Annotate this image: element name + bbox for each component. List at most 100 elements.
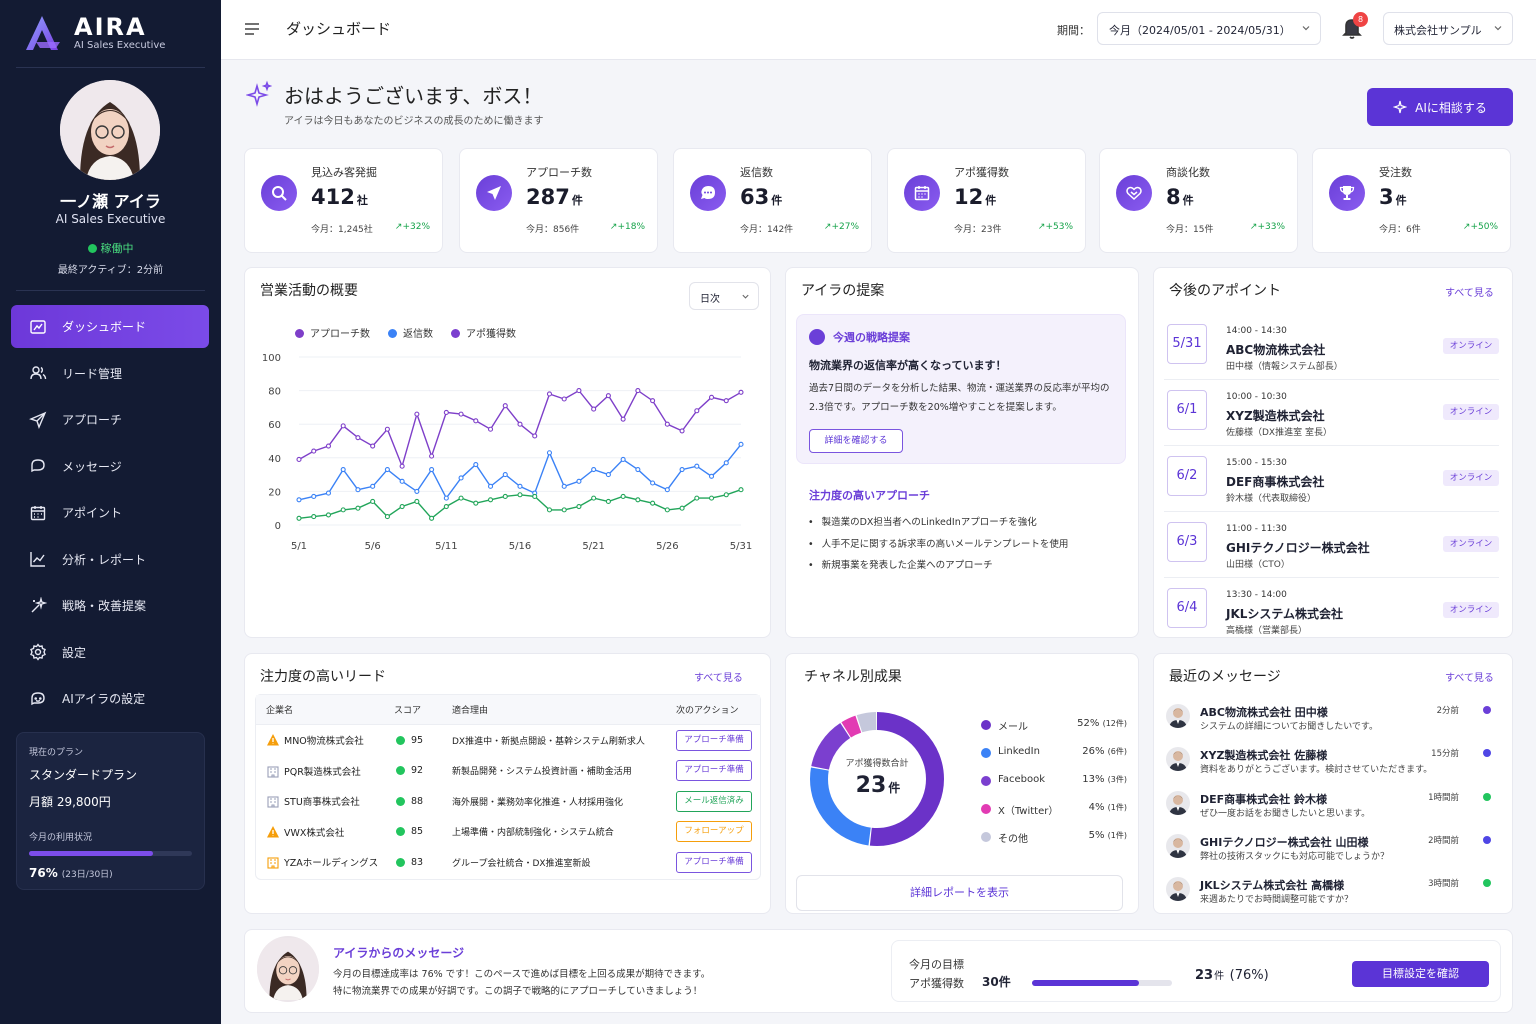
legend-item[interactable]: 返信数 — [388, 325, 433, 340]
message-preview: ぜひ一度お話をお聞きしたいと思います。 — [1200, 809, 1371, 819]
message-item[interactable]: ABC物流株式会社 田中様 システムの詳細についてお聞きしたいです。 2分前 — [1164, 702, 1499, 746]
data-point — [694, 408, 700, 414]
lead-company[interactable]: MNO物流株式会社 — [284, 733, 364, 747]
see-all-link[interactable]: すべて見る — [1445, 669, 1494, 684]
kpi-card-prospects[interactable]: 見込み客発掘 412 社 今月：1,245社 ↗+32% — [244, 148, 443, 253]
company-select[interactable]: 株式会社サンプル — [1383, 12, 1513, 45]
profile-avatar[interactable] — [60, 80, 160, 180]
kpi-card-deals[interactable]: 商談化数 8件 今月：15件 ↗+33% — [1099, 148, 1298, 253]
check-goal-button[interactable]: 目標設定を確認 — [1352, 961, 1489, 987]
message-item[interactable]: DEF商事株式会社 鈴木様 ぜひ一度お話をお聞きしたいと思います。 1時間前 — [1164, 789, 1499, 833]
kpi-card-appointments[interactable]: アポ獲得数 12 件 今月：23件 ↗+53% — [887, 148, 1086, 253]
plan-card[interactable]: 現在のプラン スタンダードプラン 月額 29,800円 今月の利用状況 76%(… — [16, 732, 205, 890]
data-point — [311, 493, 317, 499]
kpi-unit: 件 — [985, 194, 997, 207]
appointment-date: 6/3 — [1167, 522, 1207, 562]
action-badge[interactable]: フォローアップ — [676, 821, 752, 843]
see-all-link[interactable]: すべて見る — [694, 669, 743, 684]
sidebar: AIRA AI Sales Executive 一ノ瀬 アイラ AI Sales… — [0, 0, 221, 1024]
kpi-monthly: 今月：6件 — [1379, 225, 1421, 235]
y-tick-label: 0 — [275, 521, 281, 532]
kpi-unit: 社 — [356, 194, 368, 207]
table-row[interactable]: MNO物流株式会社 95 DX推進中・新拠点開設・基幹システム刷新求人 アプロー… — [256, 725, 760, 756]
sidebar-item-dashboard[interactable]: ダッシュボード — [11, 305, 209, 348]
appointment-time: 11:00 - 11:30 — [1226, 524, 1287, 534]
appointment-item[interactable]: 6/2 15:00 - 15:30 DEF商事株式会社 鈴木様（代表取締役） オ… — [1164, 448, 1499, 512]
view-details-button[interactable]: 詳細を確認する — [809, 429, 903, 453]
logo[interactable]: AIRA AI Sales Executive — [22, 12, 165, 52]
focus-item: 人手不足に関する訴求率の高いメールテンプレートを使用 — [808, 534, 1069, 556]
table-row[interactable]: PQR製造株式会社 92 新製品開発・システム投資計画・補助金活用 アプローチ準… — [256, 756, 760, 787]
appointment-item[interactable]: 5/31 14:00 - 14:30 ABC物流株式会社 田中様（情報システム部… — [1164, 316, 1499, 380]
plan-name: スタンダードプラン — [29, 768, 138, 782]
divider — [16, 290, 205, 291]
appointment-date: 6/4 — [1167, 588, 1207, 628]
message-item[interactable]: XYZ製造株式会社 佐藤様 資料をありがとうございます。検討させていただきます。… — [1164, 745, 1499, 789]
kpi-number: 3 — [1379, 185, 1394, 209]
message-item[interactable]: GHIテクノロジー株式会社 山田様 弊社の技術スタックにも対応可能でしょうか？ … — [1164, 832, 1499, 876]
message-time: 3時間前 — [1428, 879, 1459, 889]
sidebar-item-ai-settings[interactable]: AIアイラの設定 — [11, 677, 209, 720]
kpi-card-approaches[interactable]: アプローチ数 287 件 今月：856件 ↗+18% — [459, 148, 658, 253]
action-badge[interactable]: アプローチ準備 — [676, 851, 752, 873]
table-row[interactable]: STU商事株式会社 88 海外展開・業務効率化推進・人材採用強化 メール返信済み — [256, 786, 760, 817]
data-point — [561, 507, 567, 513]
see-all-link[interactable]: すべて見る — [1445, 284, 1494, 299]
sidebar-item-leads[interactable]: リード管理 — [11, 352, 209, 395]
table-row[interactable]: YZAホールディングス 83 グループ会社統合・DX推進室新設 アプローチ準備 — [256, 847, 760, 878]
channel-dot — [981, 804, 991, 814]
menu-icon[interactable] — [243, 20, 261, 38]
action-badge[interactable]: アプローチ準備 — [676, 729, 752, 751]
lead-company[interactable]: PQR製造株式会社 — [284, 764, 361, 778]
table-row[interactable]: VWX株式会社 85 上場準備・内部統制強化・システム統合 フォローアップ — [256, 817, 760, 848]
message-preview: 弊社の技術スタックにも対応可能でしょうか？ — [1200, 852, 1390, 862]
channel-legend-item: X（Twitter） 4% (1件) — [981, 801, 1127, 817]
appointment-time: 10:00 - 10:30 — [1226, 392, 1287, 402]
goal-progress-bar — [1032, 980, 1172, 986]
plan-price: 月額 29,800円 — [29, 795, 111, 809]
appointment-date: 5/31 — [1167, 324, 1207, 364]
bot-icon — [31, 691, 45, 705]
page-title: ダッシュボード — [286, 20, 392, 38]
legend-item[interactable]: アプローチ数 — [295, 325, 370, 340]
sidebar-item-settings[interactable]: 設定 — [11, 631, 209, 674]
data-point — [311, 448, 317, 454]
data-point — [605, 472, 611, 478]
sidebar-item-analytics[interactable]: 分析・レポート — [11, 538, 209, 581]
lead-company[interactable]: YZAホールディングス — [284, 855, 378, 869]
sidebar-item-strategy[interactable]: 戦略・改善提案 — [11, 584, 209, 627]
sidebar-item-label: アプローチ — [62, 413, 123, 427]
y-tick-label: 100 — [262, 353, 281, 364]
appointment-item[interactable]: 6/1 10:00 - 10:30 XYZ製造株式会社 佐藤様（DX推進室 室長… — [1164, 382, 1499, 446]
granularity-select[interactable]: 日次 — [689, 282, 759, 310]
kpi-trend-value: +53% — [1045, 222, 1073, 232]
sidebar-item-messages[interactable]: メッセージ — [11, 445, 209, 488]
lead-company[interactable]: VWX株式会社 — [284, 825, 344, 839]
sidebar-item-approach[interactable]: アプローチ — [11, 398, 209, 441]
kpi-card-orders[interactable]: 受注数 3件 今月：6件 ↗+50% — [1312, 148, 1511, 253]
period-select[interactable]: 今月（2024/05/01 - 2024/05/31） — [1097, 12, 1321, 45]
aira-message-bar: アイラからのメッセージ 今月の目標達成率は 76% です！このペースで進めば目標… — [244, 929, 1513, 1013]
kpi-card-replies[interactable]: 返信数 63 件 今月：142件 ↗+27% — [673, 148, 872, 253]
view-report-button[interactable]: 詳細レポートを表示 — [796, 875, 1123, 911]
action-badge[interactable]: アプローチ準備 — [676, 760, 752, 782]
top-header: ダッシュボード 期間： 今月（2024/05/01 - 2024/05/31） … — [221, 0, 1536, 60]
message-item[interactable]: JKLシステム株式会社 高橋様 来週あたりでお時間調整可能ですか？ 3時間前 — [1164, 875, 1499, 919]
channel-pct: 5% (1件) — [1089, 830, 1127, 841]
kpi-trend: ↗+18% — [609, 222, 645, 232]
profile-name: 一ノ瀬 アイラ — [60, 192, 161, 211]
sidebar-item-appointments[interactable]: アポイント — [11, 491, 209, 534]
lead-company[interactable]: STU商事株式会社 — [284, 794, 360, 808]
data-point — [414, 488, 420, 494]
data-point — [473, 461, 479, 468]
online-badge: オンライン — [1443, 602, 1499, 618]
data-point — [561, 483, 567, 489]
channel-pct-value: 4% — [1088, 802, 1105, 813]
ai-consult-button[interactable]: AIに相談する — [1367, 88, 1513, 126]
legend-item[interactable]: アポ獲得数 — [451, 325, 516, 340]
data-point — [340, 423, 346, 429]
action-badge[interactable]: メール返信済み — [676, 790, 752, 812]
appointment-item[interactable]: 6/3 11:00 - 11:30 GHIテクノロジー株式会社 山田様（CTO）… — [1164, 514, 1499, 578]
appointment-item[interactable]: 6/4 13:30 - 14:00 JKLシステム株式会社 高橋様（営業部長） … — [1164, 580, 1499, 637]
channel-pct-value: 5% — [1088, 830, 1105, 841]
